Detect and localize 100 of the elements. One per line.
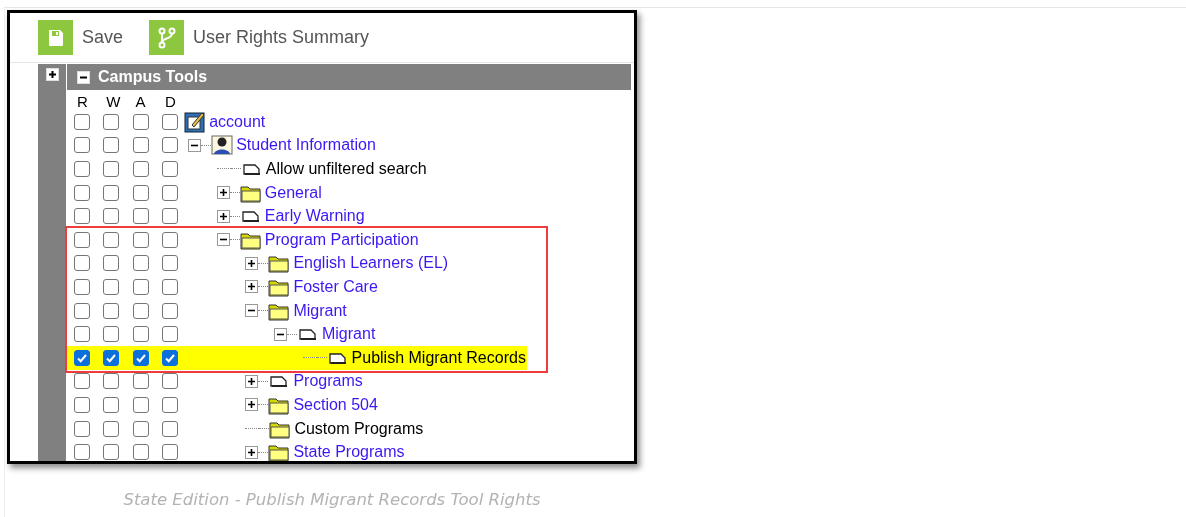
column-header: A [134,93,147,110]
toolbar-label[interactable]: Save [82,27,124,48]
checkbox[interactable] [161,231,178,248]
tree-link[interactable]: General [264,183,323,202]
checkbox[interactable] [161,184,178,201]
checkbox[interactable] [132,326,149,343]
checkbox[interactable] [103,184,120,201]
collapse-button[interactable] [216,233,230,247]
tree-link[interactable]: Early Warning [264,207,366,226]
checkbox[interactable] [161,302,178,319]
tree-link[interactable]: Student Information [236,136,377,155]
tree-label: Allow unfiltered search [265,160,428,178]
plus-icon [247,258,257,268]
checkbox[interactable] [161,326,178,343]
checkbox[interactable] [74,349,90,366]
checkbox[interactable] [132,161,149,177]
checkbox[interactable] [74,396,90,413]
checkbox[interactable] [103,420,120,437]
expand-button[interactable] [245,398,259,412]
column-header: R [76,93,89,110]
person-icon [211,135,234,156]
checkbox[interactable] [74,184,90,201]
checkbox[interactable] [103,326,120,343]
checkbox[interactable] [74,302,90,319]
checkbox[interactable] [132,444,149,461]
checkbox[interactable] [161,349,178,366]
plus-icon [247,447,257,457]
tree-link[interactable]: State Programs [293,443,406,461]
expand-button[interactable] [245,445,259,459]
checkbox[interactable] [161,137,178,154]
collapse-button[interactable] [274,327,287,341]
checkbox[interactable] [132,420,149,437]
checkbox[interactable] [74,137,90,154]
plus-icon [218,211,228,221]
expand-button[interactable] [245,280,259,294]
checkbox[interactable] [132,208,149,225]
plus-icon [247,282,257,292]
checkbox[interactable] [161,255,178,272]
checkbox[interactable] [74,278,90,295]
checkbox[interactable] [132,113,149,130]
checkbox[interactable] [74,231,90,248]
checkbox[interactable] [103,255,120,272]
checkbox[interactable] [132,137,149,154]
tree-link[interactable]: Program Participation [264,230,420,249]
checkbox[interactable] [161,373,178,390]
checkbox[interactable] [103,208,120,225]
tree-link[interactable]: Foster Care [293,277,379,296]
checkbox[interactable] [103,113,120,130]
checkbox[interactable] [132,396,149,413]
tree-link[interactable]: Migrant [293,301,348,320]
checkbox[interactable] [74,373,90,390]
expand-button[interactable] [216,209,230,223]
checkbox[interactable] [74,444,90,461]
tree-label: Publish Migrant Records [351,348,527,367]
checkbox[interactable] [161,113,178,130]
checkbox[interactable] [132,184,149,201]
collapse-button[interactable] [245,304,259,318]
collapse-button[interactable] [188,138,202,152]
tree-link[interactable]: Section 504 [293,395,379,414]
tree-link[interactable]: account [209,112,267,131]
checkbox[interactable] [74,161,90,177]
checkbox[interactable] [103,137,120,154]
checkbox[interactable] [103,278,120,295]
plus-icon [247,400,257,410]
tree-link[interactable]: Programs [293,372,364,391]
caption: State Edition - Publish Migrant Records Tool Rights [122,490,542,509]
expand-button[interactable] [245,256,259,270]
checkbox[interactable] [161,396,178,413]
expand-button[interactable] [216,186,230,200]
checkbox[interactable] [74,208,90,225]
checkbox[interactable] [132,231,149,248]
checkbox[interactable] [161,420,178,437]
toolbar-label[interactable]: User Rights Summary [193,27,370,48]
checkbox[interactable] [103,231,120,248]
column-header: D [163,93,177,110]
tree-link[interactable]: Migrant [322,325,377,344]
checkbox[interactable] [161,208,178,225]
checkbox[interactable] [103,302,120,319]
checkbox[interactable] [161,444,178,461]
checkbox[interactable] [103,349,120,366]
checkbox[interactable] [132,255,149,272]
checkbox[interactable] [103,373,120,390]
checkbox[interactable] [103,444,120,461]
checkbox[interactable] [161,161,178,177]
plus-icon [247,376,257,386]
checkbox[interactable] [132,373,149,390]
checkbox[interactable] [103,161,120,177]
tree-link[interactable]: English Learners (EL) [293,254,450,273]
checkbox[interactable] [161,278,178,295]
checkbox[interactable] [74,420,90,437]
checkbox[interactable] [132,349,149,366]
folder-icon [268,253,291,274]
checkbox[interactable] [132,278,149,295]
checkbox[interactable] [74,326,90,343]
plus-icon [47,70,57,79]
expand-button[interactable] [245,374,259,388]
checkbox[interactable] [74,113,90,130]
checkbox[interactable] [132,302,149,319]
checkbox[interactable] [74,255,90,272]
checkbox[interactable] [103,396,120,413]
